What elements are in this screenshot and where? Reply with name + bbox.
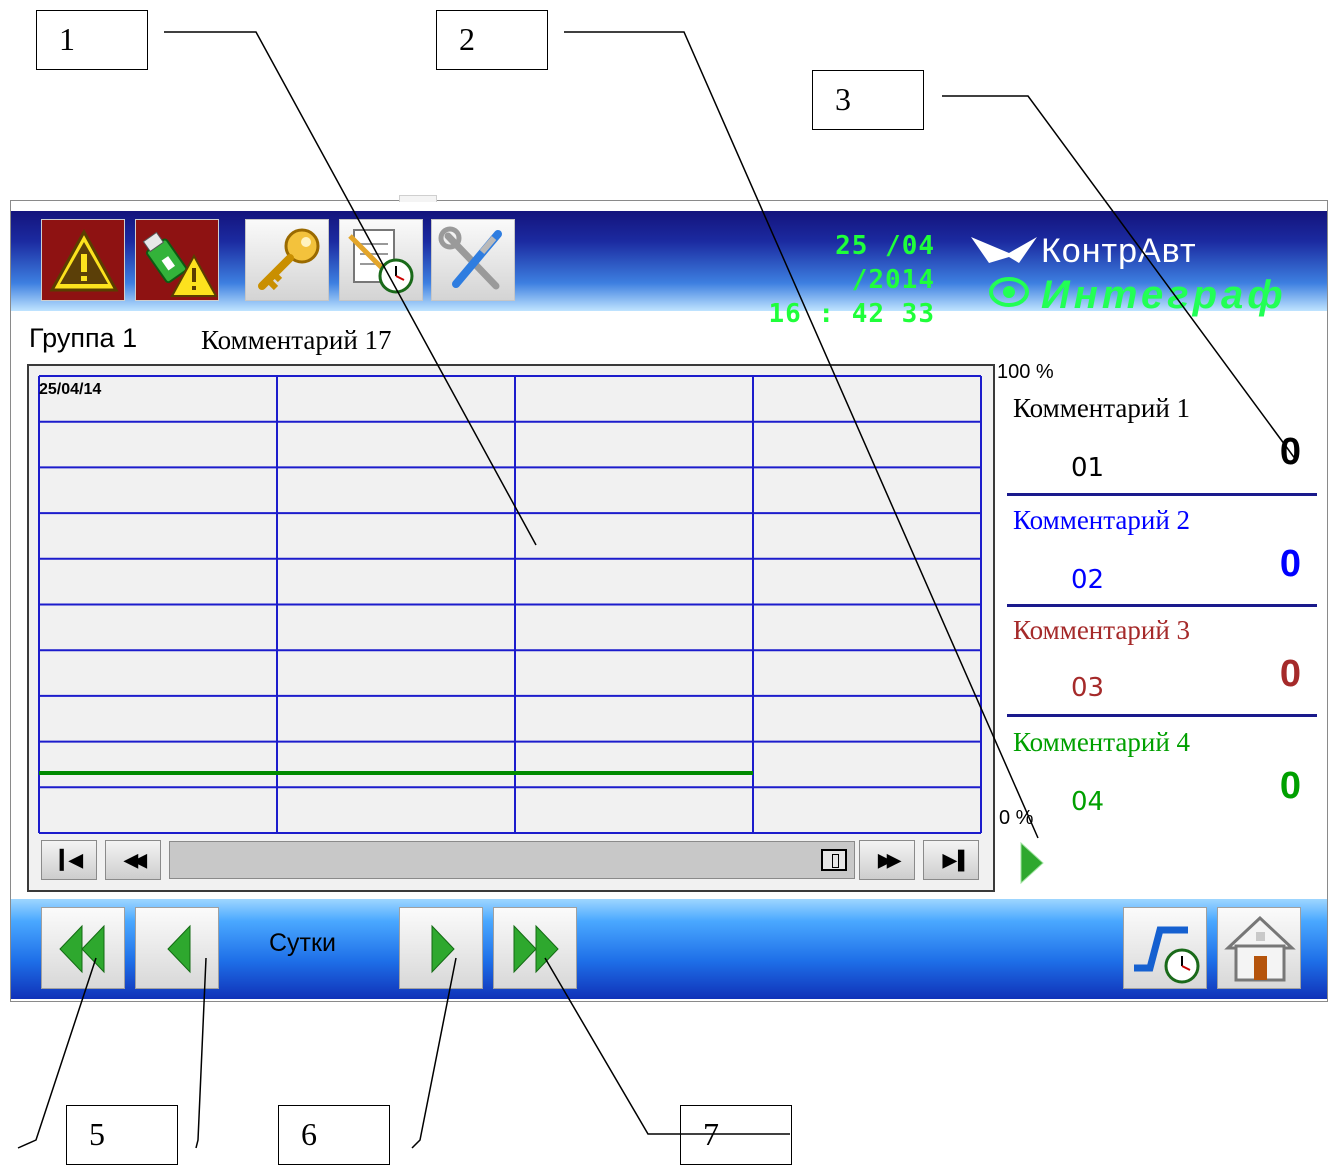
channel-2-value: 0 bbox=[1279, 543, 1301, 585]
scroll-back-button[interactable]: ◀◀ bbox=[105, 840, 161, 880]
callout-1: 1 bbox=[36, 10, 148, 70]
back-button[interactable] bbox=[135, 907, 219, 989]
callout-3: 3 bbox=[812, 70, 924, 130]
scroll-to-end-button[interactable]: ▶▐ bbox=[923, 840, 979, 880]
channel-separator bbox=[1007, 493, 1317, 496]
home-icon bbox=[1224, 915, 1296, 982]
bottom-toolbar: Сутки bbox=[11, 899, 1327, 999]
channel-separator bbox=[1007, 714, 1317, 717]
callout-2: 2 bbox=[436, 10, 548, 70]
channel-1-value: 0 bbox=[1279, 431, 1301, 473]
callout-6: 6 bbox=[278, 1105, 390, 1165]
scroll-thumb[interactable] bbox=[821, 849, 847, 871]
double-left-icon bbox=[59, 924, 105, 974]
channel-1-label: Комментарий 1 bbox=[1013, 393, 1191, 423]
period-label[interactable]: Сутки bbox=[269, 929, 336, 958]
trend-clock-icon bbox=[1134, 926, 1200, 984]
home-button[interactable] bbox=[1217, 907, 1301, 989]
scale-max-label: 100 % bbox=[997, 361, 1054, 383]
channel-1-code: 01 bbox=[1071, 453, 1105, 483]
channel-4-code: 04 bbox=[1071, 787, 1105, 817]
fast-forward-button[interactable] bbox=[493, 907, 577, 989]
channel-2-label: Комментарий 2 bbox=[1013, 505, 1191, 535]
callout-5: 5 bbox=[66, 1105, 178, 1165]
chart-date-label: 25/04/14 bbox=[39, 381, 102, 398]
scale-min-label: 0 % bbox=[999, 807, 1034, 829]
fast-back-button[interactable] bbox=[41, 907, 125, 989]
trend-grid bbox=[38, 375, 982, 834]
time-scrollbar[interactable] bbox=[169, 841, 855, 879]
channel-4-value: 0 bbox=[1279, 765, 1301, 807]
right-icon bbox=[431, 924, 455, 974]
forward-button[interactable] bbox=[399, 907, 483, 989]
double-right-icon bbox=[513, 924, 559, 974]
scroll-to-start-button[interactable]: ▎◀ bbox=[41, 840, 97, 880]
trend-history-button[interactable] bbox=[1123, 907, 1207, 989]
next-channels-icon[interactable] bbox=[1019, 841, 1045, 885]
left-icon bbox=[167, 924, 191, 974]
channel-2-code: 02 bbox=[1071, 565, 1105, 595]
channel-3-value: 0 bbox=[1279, 653, 1301, 695]
scroll-forward-button[interactable]: ▶▶ bbox=[859, 840, 915, 880]
channel-4-label: Комментарий 4 bbox=[1013, 727, 1191, 757]
channel-3-code: 03 bbox=[1071, 673, 1105, 703]
channel-separator bbox=[1007, 604, 1317, 607]
callout-7: 7 bbox=[680, 1105, 792, 1165]
recorder-screen: 25 /04 /2014 16 : 42 33 КонтрАвт Интегра… bbox=[10, 195, 1328, 1002]
channel-3-label: Комментарий 3 bbox=[1013, 615, 1191, 645]
